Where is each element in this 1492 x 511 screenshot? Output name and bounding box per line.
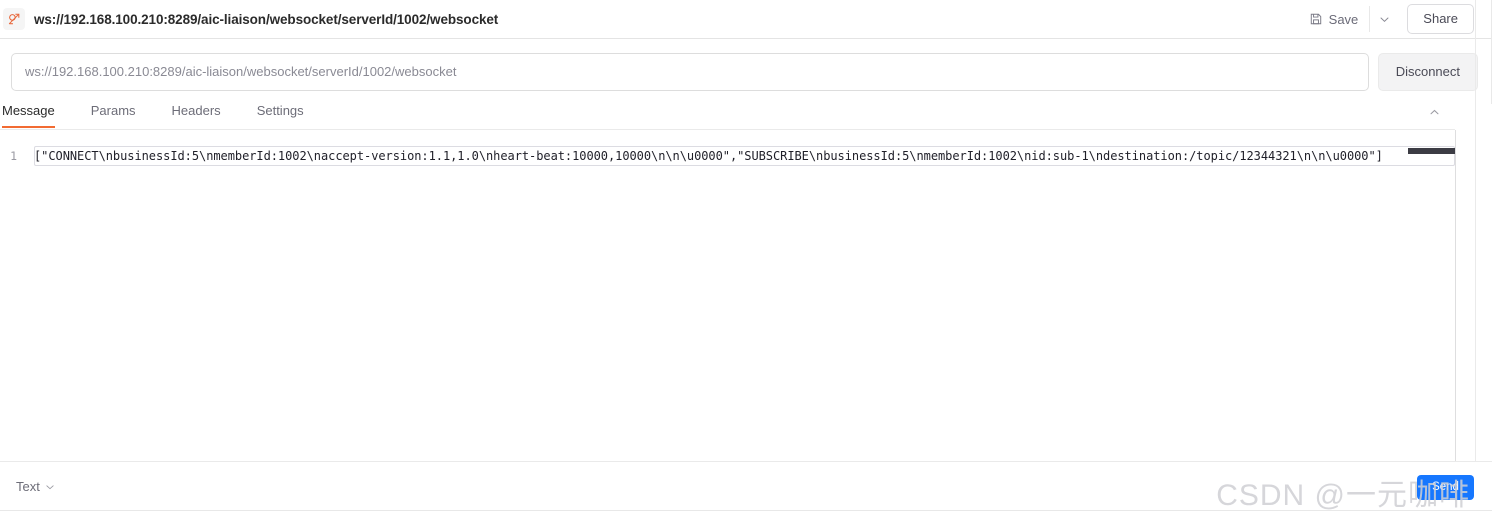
body-format-label: Text — [16, 479, 40, 494]
tab-headers[interactable]: Headers — [172, 102, 221, 127]
share-button[interactable]: Share — [1407, 4, 1474, 34]
floppy-disk-icon — [1309, 12, 1323, 26]
body-format-select[interactable]: Text — [12, 476, 59, 497]
disconnect-button[interactable]: Disconnect — [1377, 52, 1478, 91]
chevron-down-icon — [45, 482, 55, 492]
websocket-url-input[interactable] — [11, 52, 1369, 91]
message-body-editor[interactable]: 1 ["CONNECT\nbusinessId:5\nmemberId:1002… — [0, 130, 1455, 461]
chevron-up-icon[interactable] — [1424, 102, 1444, 122]
page-title: ws://192.168.100.210:8289/aic-liaison/we… — [34, 11, 499, 27]
websocket-disabled-icon — [3, 8, 25, 30]
editor-right-divider — [1455, 130, 1456, 461]
request-tabs: Message Params Headers Settings — [0, 102, 1455, 130]
panel-header: ws://192.168.100.210:8289/aic-liaison/we… — [0, 0, 1492, 39]
save-button-label: Save — [1328, 11, 1359, 27]
websocket-request-panel: ws://192.168.100.210:8289/aic-liaison/we… — [0, 0, 1492, 511]
editor-footer: Text Send — [0, 461, 1492, 511]
tab-params[interactable]: Params — [91, 102, 136, 127]
panel-right-divider — [1475, 0, 1476, 461]
tab-message[interactable]: Message — [2, 102, 55, 128]
editor-horizontal-scrollbar[interactable] — [34, 148, 1455, 154]
header-actions: Save Share — [1302, 0, 1492, 38]
line-number: 1 — [10, 149, 17, 163]
url-bar: Disconnect — [0, 39, 1492, 104]
tab-settings[interactable]: Settings — [257, 102, 304, 127]
scrollbar-thumb[interactable] — [1408, 148, 1455, 154]
save-options-chevron-down-icon[interactable] — [1369, 6, 1395, 32]
save-button[interactable]: Save — [1302, 8, 1366, 31]
send-button[interactable]: Send — [1417, 475, 1474, 500]
